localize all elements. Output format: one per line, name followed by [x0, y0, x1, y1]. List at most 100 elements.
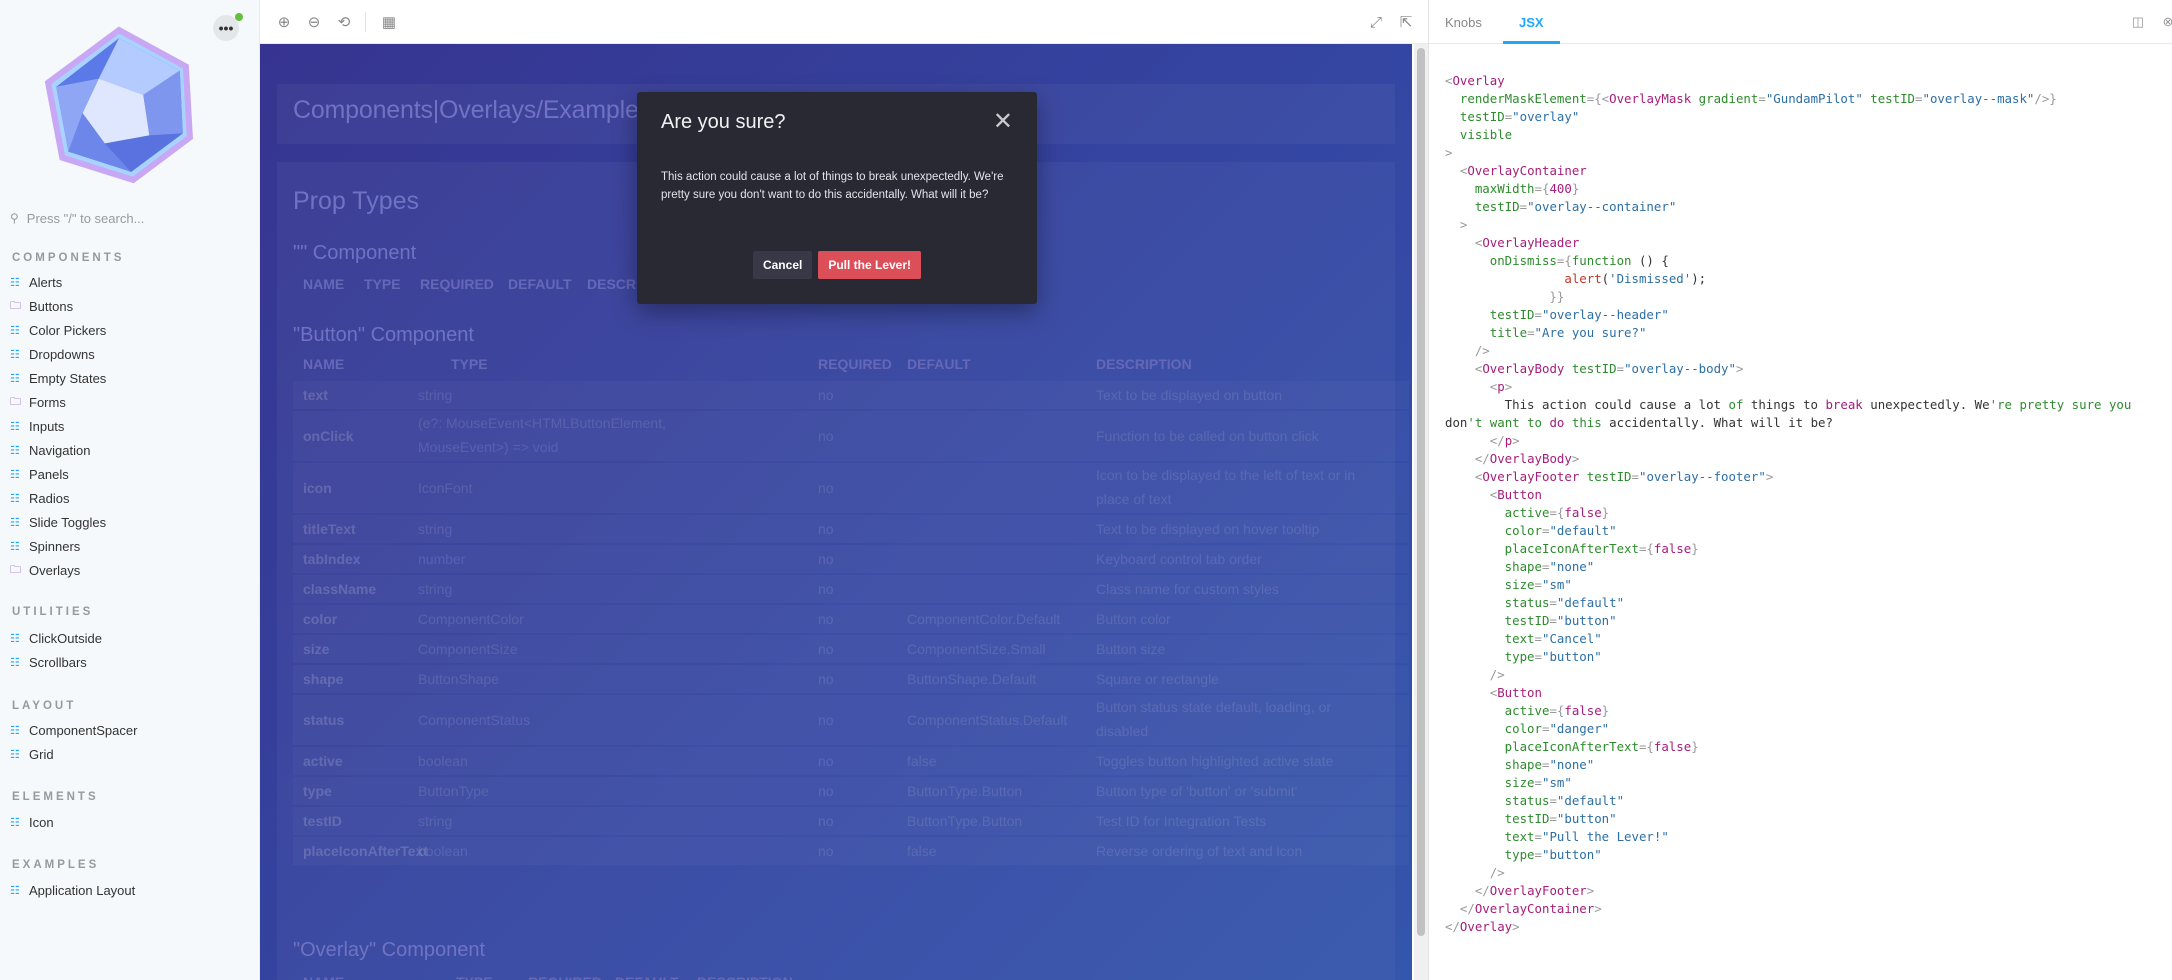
- storybook-logo: [44, 26, 194, 184]
- sidebar-item-dropdowns[interactable]: ☷ Dropdowns: [8, 342, 106, 366]
- code-line: text="Pull the Lever!": [1445, 828, 2165, 846]
- code-token: "button": [1542, 847, 1602, 862]
- scrollbar-thumb[interactable]: [1417, 48, 1425, 936]
- code-line: maxWidth={400}: [1445, 180, 2165, 198]
- preview-toolbar: ⊕ ⊖ ⟲ ▦ ⤢ ⇱: [260, 0, 1428, 44]
- sidebar-item-application-layout[interactable]: ☷ Application Layout: [8, 878, 135, 902]
- preview-scrollbar[interactable]: [1414, 44, 1428, 980]
- sidebar-item-inputs[interactable]: ☷ Inputs: [8, 414, 106, 438]
- code-token: 400: [1549, 181, 1572, 196]
- zoom-out-icon[interactable]: ⊖: [304, 12, 324, 32]
- code-line: color="danger": [1445, 720, 2165, 738]
- sidebar-item-scrollbars[interactable]: ☷ Scrollbars: [8, 650, 102, 674]
- panel-layout-icon[interactable]: ◫: [2130, 14, 2146, 30]
- sidebar-item-icon[interactable]: ☷ Icon: [8, 810, 54, 834]
- code-line: visible: [1445, 126, 2165, 144]
- code-token: >: [1735, 361, 1744, 376]
- sidebar-item-panels[interactable]: ☷ Panels: [8, 462, 106, 486]
- code-token: ={: [1556, 253, 1572, 268]
- code-token: </: [1445, 451, 1490, 466]
- zoom-reset-icon[interactable]: ⟲: [334, 12, 354, 32]
- code-line: <Button: [1445, 486, 2165, 504]
- code-token: "sm": [1542, 577, 1572, 592]
- component-icon: ☷: [10, 324, 20, 337]
- sidebar-item-buttons[interactable]: 🗀 Buttons: [8, 294, 106, 318]
- nav-heading-elements: ELEMENTS: [12, 791, 99, 803]
- close-panel-icon[interactable]: ⊗: [2160, 14, 2172, 30]
- code-token: () {: [1631, 253, 1669, 268]
- code-line: </OverlayFooter>: [1445, 882, 2165, 900]
- code-token: }: [1601, 703, 1610, 718]
- search-input[interactable]: [26, 210, 237, 226]
- code-token: <: [1445, 235, 1483, 250]
- component-icon: ☷: [10, 420, 20, 433]
- component-icon: ☷: [10, 540, 20, 553]
- share-icon[interactable]: ⇱: [1396, 12, 1416, 32]
- sidebar-item-clickoutside[interactable]: ☷ ClickOutside: [8, 626, 102, 650]
- code-token: =: [1527, 325, 1535, 340]
- code-token: false: [1564, 703, 1602, 718]
- code-token: size: [1445, 577, 1535, 592]
- tab-knobs[interactable]: Knobs: [1429, 0, 1498, 44]
- code-token: "Pull the Lever!": [1542, 829, 1669, 844]
- fullscreen-icon[interactable]: ⤢: [1366, 12, 1386, 32]
- component-icon: ☷: [10, 276, 20, 289]
- code-token: =: [1534, 829, 1542, 844]
- code-token: testID: [1862, 91, 1916, 106]
- tab-jsx[interactable]: JSX: [1503, 0, 1560, 44]
- code-line: testID="button": [1445, 612, 2165, 630]
- sidebar-item-label: Scrollbars: [29, 654, 87, 670]
- code-token: Overlay: [1459, 919, 1513, 934]
- grid-icon[interactable]: ▦: [379, 12, 399, 32]
- code-token: OverlayMask: [1609, 91, 1692, 106]
- sidebar-item-componentspacer[interactable]: ☷ ComponentSpacer: [8, 718, 137, 742]
- code-token: <: [1445, 361, 1483, 376]
- component-icon: ☷: [10, 468, 20, 481]
- code-token: <: [1445, 163, 1468, 178]
- code-token: =: [1758, 91, 1766, 106]
- code-token: >: [1586, 883, 1595, 898]
- code-token: >: [1445, 217, 1468, 232]
- code-token: false: [1653, 541, 1692, 556]
- code-token: active: [1445, 505, 1550, 520]
- sidebar-item-spinners[interactable]: ☷ Spinners: [8, 534, 106, 558]
- component-icon: ☷: [10, 372, 20, 385]
- code-line: >: [1445, 216, 2165, 234]
- code-token: visible: [1445, 127, 1513, 142]
- pull-lever-button[interactable]: Pull the Lever!: [818, 251, 922, 279]
- sidebar-item-label: Icon: [29, 814, 54, 830]
- dialog-body: This action could cause a lot of things …: [661, 171, 1004, 201]
- code-token: );: [1691, 271, 1707, 286]
- code-token: text: [1445, 829, 1535, 844]
- sidebar-item-overlays[interactable]: 🗀 Overlays: [8, 558, 106, 582]
- code-token: Button: [1497, 487, 1542, 502]
- code-token: "default": [1556, 793, 1625, 808]
- code-token: "GundamPilot": [1765, 91, 1863, 106]
- sidebar-item-slide-toggles[interactable]: ☷ Slide Toggles: [8, 510, 106, 534]
- code-token: =: [1534, 649, 1542, 664]
- sidebar-item-alerts[interactable]: ☷ Alerts: [8, 270, 106, 294]
- sidebar-item-grid[interactable]: ☷ Grid: [8, 742, 137, 766]
- code-line: alert('Dismissed');: [1445, 270, 2165, 288]
- code-token: shape: [1445, 757, 1542, 772]
- sidebar-item-label: Color Pickers: [29, 322, 107, 338]
- nav-heading-components: COMPONENTS: [12, 252, 125, 264]
- nav-list-examples: ☷ Application Layout: [8, 878, 135, 902]
- zoom-in-icon[interactable]: ⊕: [274, 12, 294, 32]
- sidebar-item-forms[interactable]: 🗀 Forms: [8, 390, 106, 414]
- close-icon[interactable]: ✕: [993, 110, 1013, 134]
- code-line: <OverlayContainer: [1445, 162, 2165, 180]
- cancel-button[interactable]: Cancel: [752, 251, 813, 279]
- update-indicator: [235, 13, 243, 21]
- code-token: "none": [1549, 559, 1595, 574]
- sidebar-item-radios[interactable]: ☷ Radios: [8, 486, 106, 510]
- sidebar-item-empty-states[interactable]: ☷ Empty States: [8, 366, 106, 390]
- sidebar-item-navigation[interactable]: ☷ Navigation: [8, 438, 106, 462]
- code-token: OverlayFooter: [1482, 469, 1580, 484]
- code-token: "Are you sure?": [1534, 325, 1647, 340]
- code-line: </Overlay>: [1445, 918, 2165, 936]
- sidebar-item-color-pickers[interactable]: ☷ Color Pickers: [8, 318, 106, 342]
- code-token: color: [1445, 523, 1542, 538]
- code-token: title: [1445, 325, 1528, 340]
